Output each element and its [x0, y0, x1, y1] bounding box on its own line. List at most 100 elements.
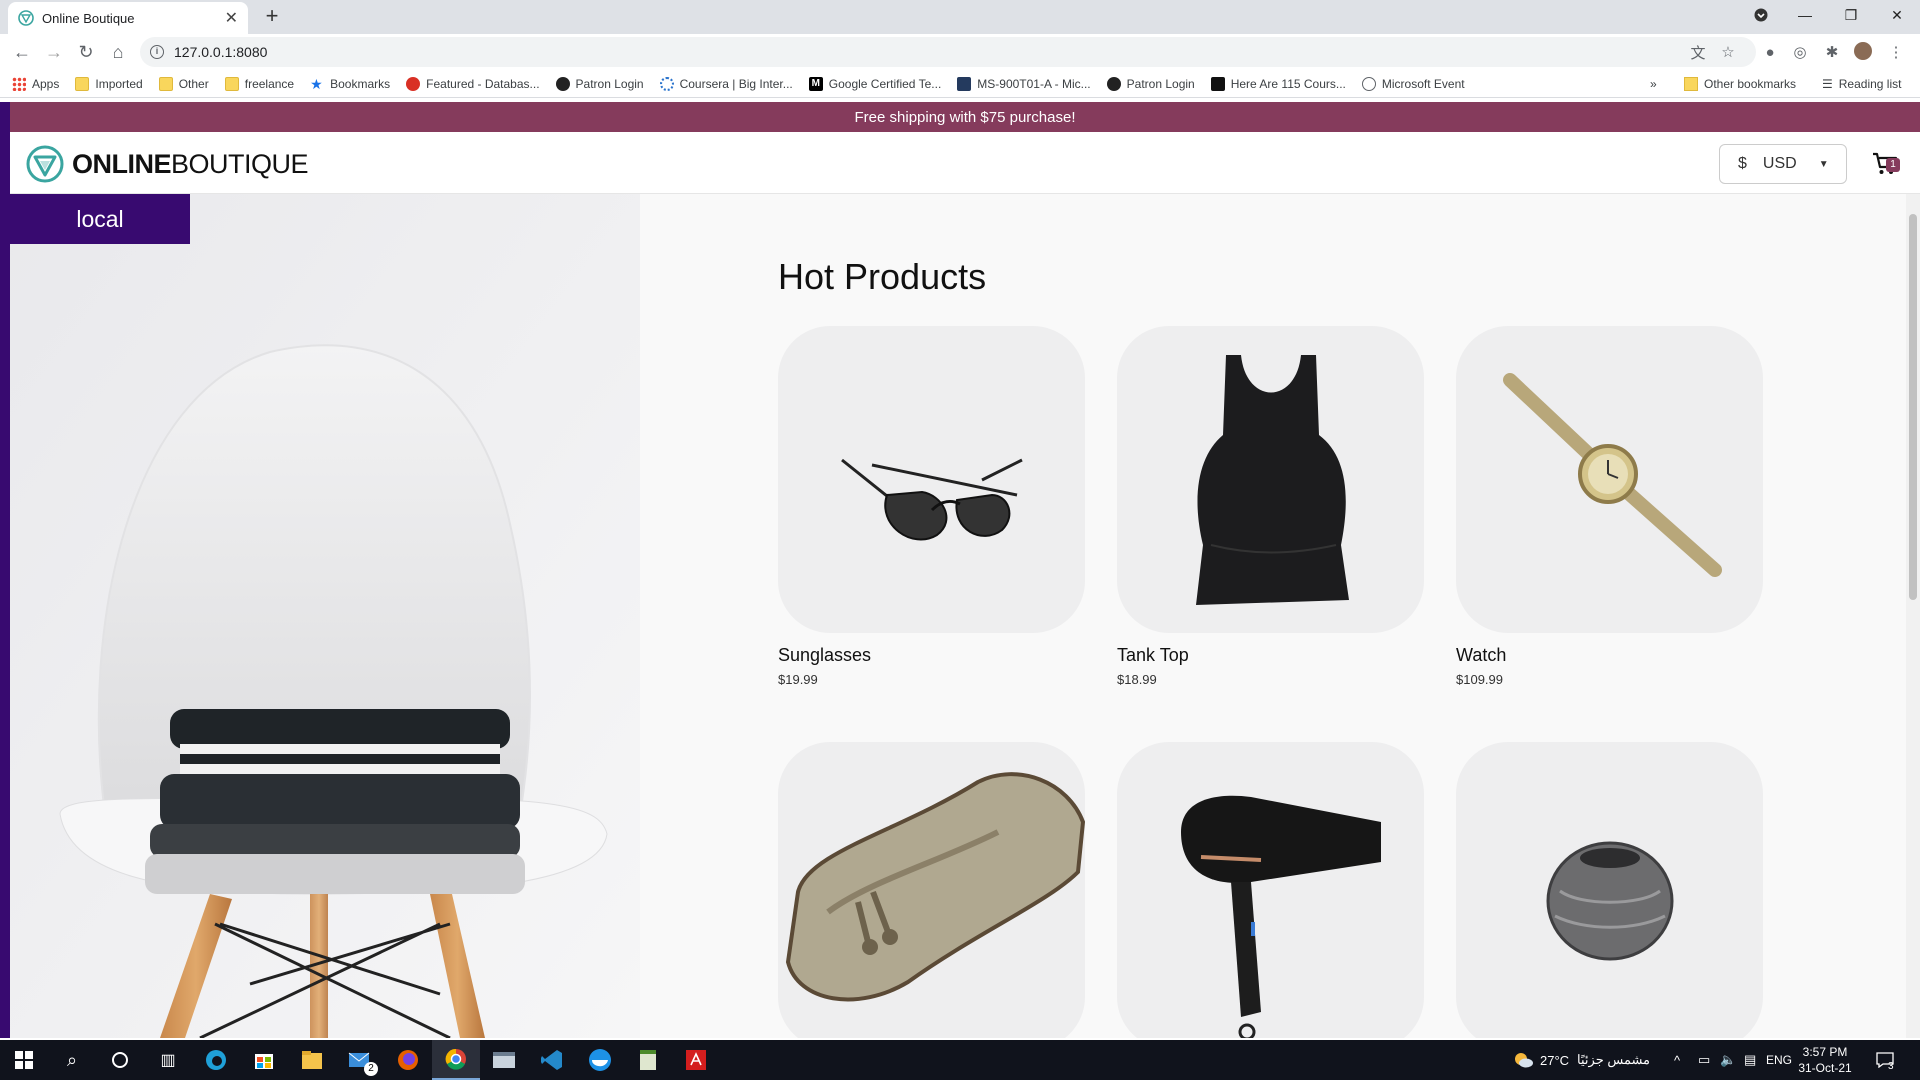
profile-avatar[interactable]: [1854, 42, 1872, 60]
page-scrollbar[interactable]: [1906, 194, 1920, 1038]
tray-chevron-icon[interactable]: ^: [1674, 1040, 1680, 1080]
taskbar-clock[interactable]: 3:57 PM 31-Oct-21: [1790, 1044, 1860, 1076]
folder-icon: [75, 76, 90, 91]
product-card[interactable]: Sunglasses $19.99: [778, 326, 1085, 687]
meet-now-icon[interactable]: ▭: [1698, 1040, 1710, 1080]
minimize-icon[interactable]: —: [1782, 0, 1828, 30]
address-bar[interactable]: i 127.0.0.1:8080: [140, 37, 1756, 67]
extension-icon[interactable]: ●: [1760, 42, 1780, 62]
browser-toolbar: ← → ↻ ⌂ i 127.0.0.1:8080 文 ☆ ● ◎ ✱ ⋮: [0, 34, 1920, 70]
site-info-icon[interactable]: i: [150, 45, 164, 59]
medium-site-icon: M: [808, 76, 823, 91]
language-indicator[interactable]: ENG: [1766, 1040, 1792, 1080]
tab-search-icon[interactable]: [1738, 0, 1784, 30]
product-card[interactable]: Tank Top $18.99: [1117, 326, 1424, 687]
products-section: Hot Products Sunglasses $19.99 Tank Top …: [640, 194, 1910, 1038]
home-icon[interactable]: ⌂: [102, 36, 134, 68]
restore-icon[interactable]: ❐: [1828, 0, 1874, 30]
reading-list-icon: ☰: [1822, 77, 1833, 91]
cart-button[interactable]: 1: [1872, 152, 1900, 178]
close-window-icon[interactable]: ✕: [1874, 0, 1920, 30]
back-icon[interactable]: ←: [6, 36, 38, 68]
search-icon[interactable]: ⌕: [48, 1040, 96, 1080]
coursera-site-icon: [659, 76, 674, 91]
vscode-icon[interactable]: [528, 1040, 576, 1080]
reload-icon[interactable]: ↻: [70, 36, 102, 68]
menu-kebab-icon[interactable]: ⋮: [1886, 42, 1906, 62]
boutique-favicon-icon: [18, 10, 34, 26]
notifications-icon[interactable]: 3: [1876, 1040, 1894, 1080]
boutique-logo-icon: [26, 145, 64, 183]
new-tab-icon[interactable]: +: [260, 5, 284, 29]
forward-icon[interactable]: →: [38, 36, 70, 68]
notifications-count: 3: [1888, 1060, 1894, 1072]
reading-list[interactable]: ☰ Reading list: [1822, 70, 1901, 98]
loafers-image: [785, 772, 1085, 1002]
hair-dryer-image: [1180, 795, 1381, 1038]
cortana-icon[interactable]: [96, 1040, 144, 1080]
globe-icon: [1361, 76, 1376, 91]
bookmark-ms-900[interactable]: MS-900T01-A - Mic...: [957, 76, 1091, 91]
site-header: ONLINEBOUTIQUE $ USD ▼ 1: [10, 132, 1920, 194]
product-image-hair-dryer[interactable]: [1117, 742, 1424, 1038]
product-image-loafers[interactable]: [778, 742, 1085, 1038]
scrollbar-thumb[interactable]: [1909, 214, 1917, 600]
bookmark-patron-login[interactable]: Patron Login: [555, 76, 644, 91]
translate-icon[interactable]: 文: [1688, 42, 1708, 62]
bookmark-coursera[interactable]: Coursera | Big Inter...: [659, 76, 793, 91]
bookmark-featured-database[interactable]: Featured - Databas...: [406, 76, 540, 91]
tab-close-icon[interactable]: ✕: [225, 8, 238, 28]
windows-start-icon[interactable]: [0, 1040, 48, 1080]
clock-time: 3:57 PM: [1802, 1045, 1848, 1059]
chrome-icon[interactable]: [432, 1040, 480, 1080]
product-image-tank-top[interactable]: [1117, 326, 1424, 633]
weather-widget[interactable]: 27°C مشمس جزئيًا: [1512, 1040, 1650, 1080]
docker-icon[interactable]: [576, 1040, 624, 1080]
site-logo[interactable]: ONLINEBOUTIQUE: [26, 145, 309, 183]
extensions-puzzle-icon[interactable]: ✱: [1822, 42, 1842, 62]
volume-icon[interactable]: 🔈: [1720, 1040, 1736, 1080]
bookmark-google-certified[interactable]: M Google Certified Te...: [808, 76, 941, 91]
product-card[interactable]: [778, 742, 1085, 1038]
edge-icon[interactable]: [192, 1040, 240, 1080]
bookmark-apps[interactable]: Apps: [12, 76, 59, 91]
product-name[interactable]: Watch: [1456, 645, 1763, 666]
bookmark-115-courses[interactable]: Here Are 115 Cours...: [1210, 76, 1346, 91]
currency-value: USD: [1762, 155, 1797, 172]
product-card[interactable]: Watch $109.99: [1456, 326, 1763, 687]
bookmark-patron-login-2[interactable]: Patron Login: [1106, 76, 1195, 91]
bookmark-freelance[interactable]: freelance: [224, 76, 294, 91]
product-card[interactable]: [1456, 742, 1763, 1038]
bookmark-bookmarks[interactable]: ★ Bookmarks: [310, 77, 390, 91]
ms-site-icon: [957, 76, 972, 91]
product-name[interactable]: Tank Top: [1117, 645, 1424, 666]
bookmark-imported[interactable]: Imported: [75, 76, 143, 91]
bookmark-other[interactable]: Other: [158, 76, 209, 91]
product-image-candle-holder[interactable]: [1456, 742, 1763, 1038]
mail-icon[interactable]: 2: [336, 1040, 384, 1080]
firefox-icon[interactable]: [384, 1040, 432, 1080]
acrobat-icon[interactable]: [672, 1040, 720, 1080]
currency-selector[interactable]: $ USD ▼: [1719, 144, 1847, 184]
network-icon[interactable]: ▤: [1744, 1040, 1756, 1080]
task-view-icon[interactable]: ▥: [144, 1040, 192, 1080]
extension-2-icon[interactable]: ◎: [1790, 42, 1810, 62]
file-explorer-icon[interactable]: [288, 1040, 336, 1080]
store-icon[interactable]: [240, 1040, 288, 1080]
mail-badge: 2: [364, 1062, 378, 1076]
notepad-icon[interactable]: [624, 1040, 672, 1080]
browser-tab[interactable]: Online Boutique ✕: [8, 2, 248, 34]
clock-date: 31-Oct-21: [1798, 1061, 1852, 1075]
product-image-sunglasses[interactable]: [778, 326, 1085, 633]
other-bookmarks[interactable]: Other bookmarks: [1684, 70, 1796, 98]
tank-top-image: [1195, 354, 1349, 605]
bookmark-star-icon[interactable]: ☆: [1718, 42, 1738, 62]
bookmarks-overflow-icon[interactable]: »: [1650, 70, 1657, 98]
site-icon: [1210, 76, 1225, 91]
product-image-watch[interactable]: [1456, 326, 1763, 633]
app-window-icon[interactable]: [480, 1040, 528, 1080]
windows-taskbar: ⌕ ▥ 2 27°C مشمس جزئيًا ^ ▭ 🔈 ▤ ENG 3:57 …: [0, 1040, 1920, 1080]
bookmark-microsoft-event[interactable]: Microsoft Event: [1361, 76, 1465, 91]
product-name[interactable]: Sunglasses: [778, 645, 1085, 666]
product-card[interactable]: [1117, 742, 1424, 1038]
